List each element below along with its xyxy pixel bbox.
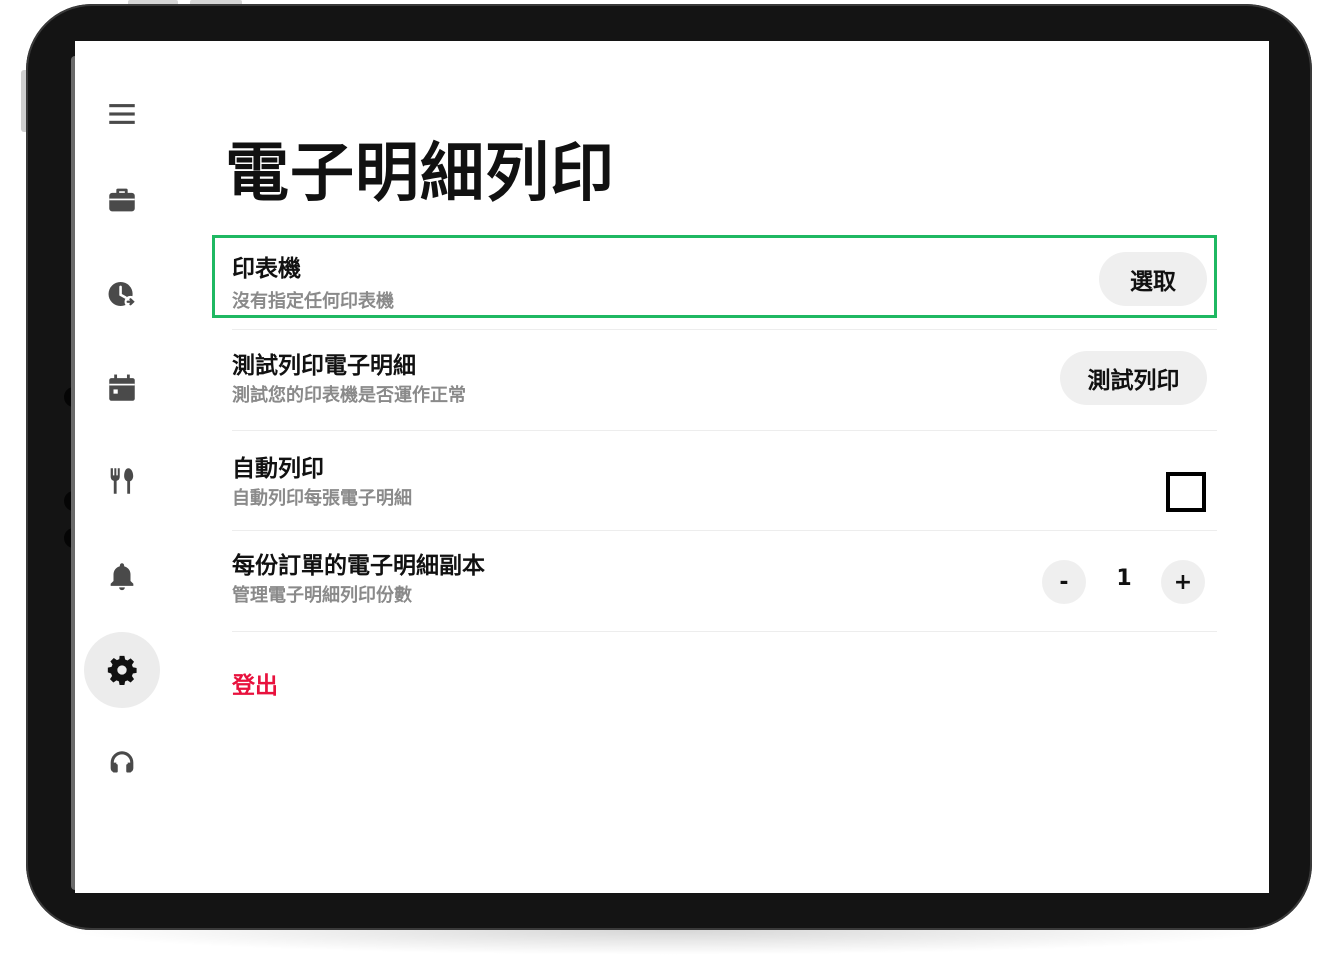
sidebar-item-menu-management[interactable] (84, 443, 160, 519)
sidebar-item-settings[interactable] (84, 632, 160, 708)
divider (232, 329, 1217, 330)
briefcase-icon (109, 188, 135, 212)
gear-icon (107, 655, 137, 686)
auto-print-title: 自動列印 (232, 456, 324, 482)
copies-subtitle: 管理電子明細列印份數 (232, 585, 412, 606)
printer-title: 印表機 (232, 256, 301, 282)
copies-count: 1 (1116, 566, 1132, 591)
auto-print-row: 自動列印 自動列印每張電子明細 (232, 446, 1217, 516)
top-button (128, 0, 178, 4)
headset-icon (110, 751, 134, 773)
printer-subtitle: 沒有指定任何印表機 (232, 291, 394, 312)
restaurant-icon (110, 468, 134, 494)
logout-link[interactable]: 登出 (232, 666, 278, 700)
app-screen: 電子明細列印 印表機 沒有指定任何印表機 選取 測試列印電子明細 測試您的印表機… (75, 41, 1269, 893)
menu-icon (109, 104, 135, 124)
sidebar-item-notifications[interactable] (84, 538, 160, 614)
select-printer-button[interactable]: 選取 (1099, 252, 1207, 306)
copies-title: 每份訂單的電子明細副本 (232, 553, 485, 579)
divider (232, 631, 1217, 632)
sidebar-item-history[interactable] (84, 256, 160, 332)
increment-copies-button[interactable]: + (1161, 560, 1205, 604)
sidebar-item-orders[interactable] (84, 162, 160, 238)
auto-print-checkbox[interactable] (1166, 472, 1206, 512)
test-print-title: 測試列印電子明細 (232, 353, 416, 379)
sidebar-item-menu[interactable] (84, 76, 160, 152)
divider (232, 530, 1217, 531)
bell-icon (110, 563, 134, 591)
calendar-icon (109, 374, 135, 401)
divider (232, 430, 1217, 431)
decrement-copies-button[interactable]: - (1042, 560, 1086, 604)
sidebar-item-calendar[interactable] (84, 350, 160, 426)
test-print-subtitle: 測試您的印表機是否運作正常 (232, 385, 466, 406)
sidebar-item-support[interactable] (84, 726, 160, 802)
top-button (190, 0, 242, 4)
clock-history-icon (108, 281, 137, 308)
printer-setting-row: 印表機 沒有指定任何印表機 (232, 246, 1217, 316)
page-title: 電子明細列印 (225, 137, 615, 211)
auto-print-subtitle: 自動列印每張電子明細 (232, 488, 412, 509)
test-print-button[interactable]: 測試列印 (1060, 351, 1207, 405)
volume-button (21, 70, 26, 132)
